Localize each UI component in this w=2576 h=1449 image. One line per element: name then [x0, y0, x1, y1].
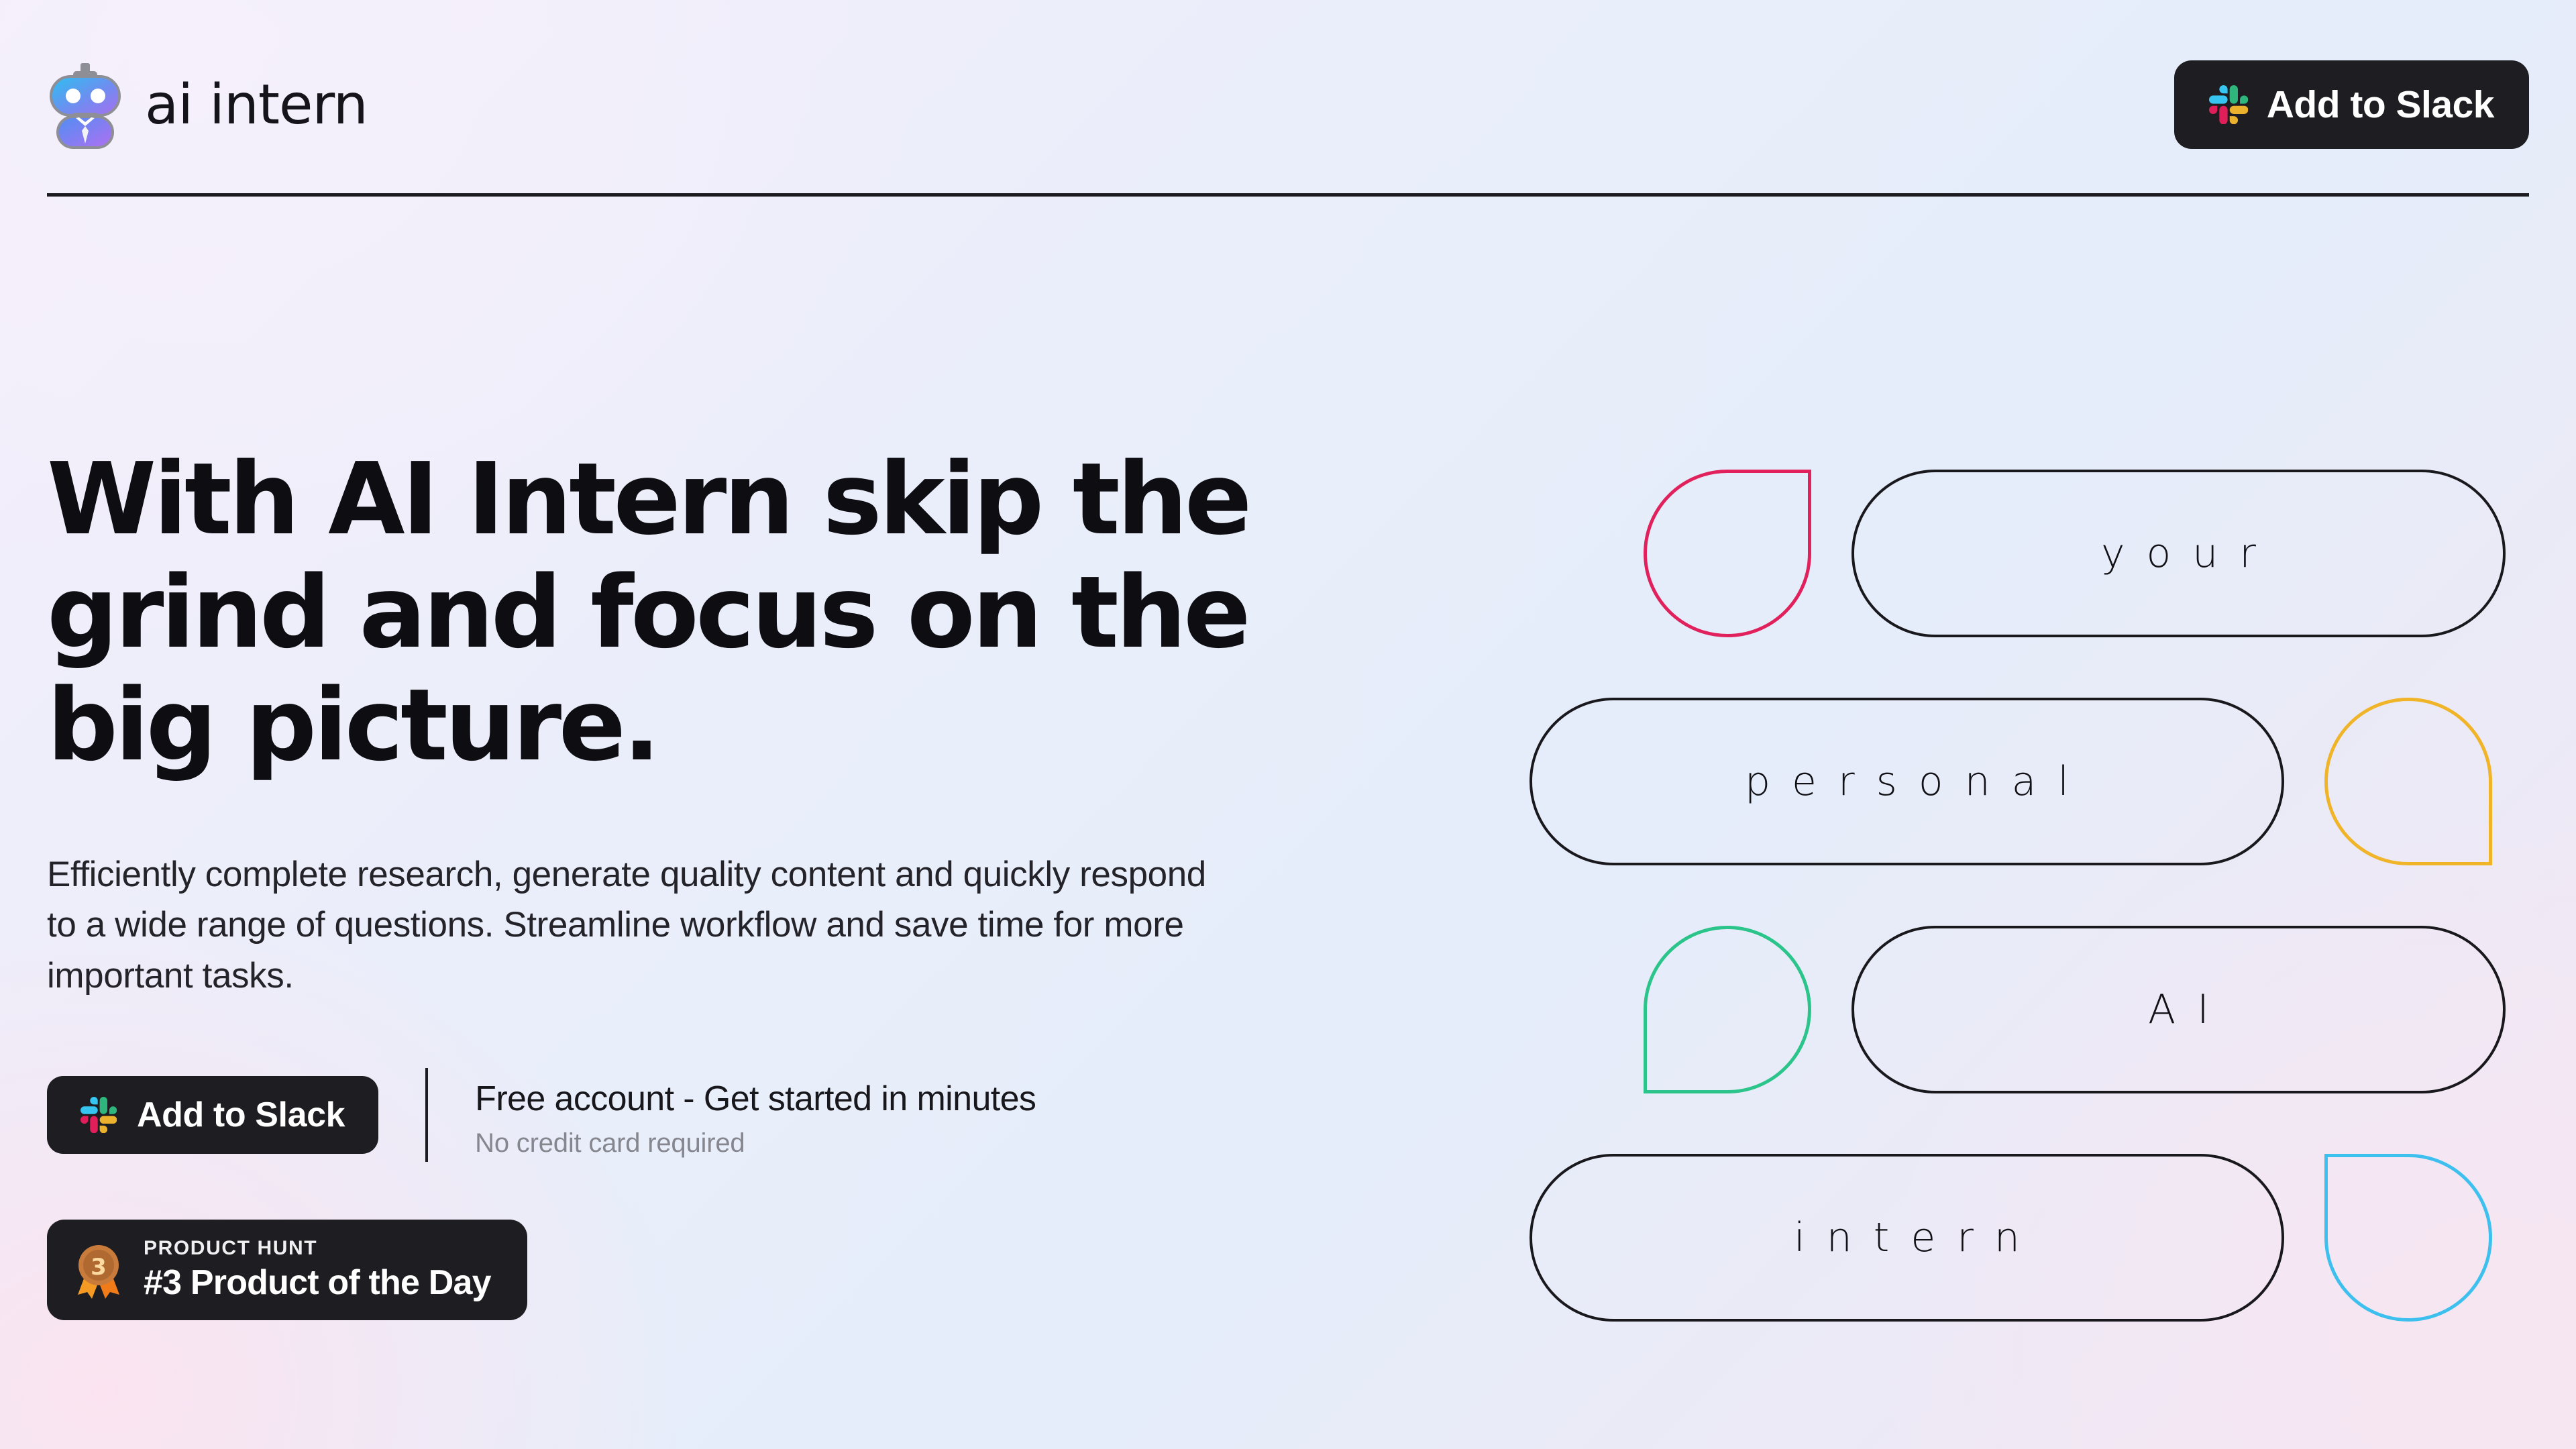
product-hunt-eyebrow: PRODUCT HUNT: [144, 1236, 318, 1259]
cta-note-subtitle: No credit card required: [475, 1128, 745, 1159]
cta-note-title: Free account - Get started in minutes: [475, 1079, 1036, 1119]
cta-divider: [425, 1067, 429, 1162]
illustration-row-your: your: [1644, 470, 2506, 637]
drop-shape-green: [1644, 926, 1811, 1093]
word-pill-your-label: your: [2101, 530, 2277, 577]
svg-text:3: 3: [91, 1254, 107, 1281]
word-pill-intern: intern: [1529, 1154, 2284, 1322]
page-title: With AI Intern skip the grind and focus …: [47, 441, 1252, 784]
robot-mascot-icon: [50, 63, 121, 149]
cta-note: Free account - Get started in minutes No…: [475, 1076, 1036, 1162]
word-pill-ai-label: AI: [2148, 986, 2231, 1033]
hero-description: Efficiently complete research, generate …: [47, 855, 1206, 996]
brand-logo[interactable]: ai intern: [46, 62, 368, 149]
slack-icon: [2208, 85, 2248, 124]
add-to-slack-button-hero[interactable]: Add to Slack: [47, 1075, 379, 1154]
illustration-row-ai: AI: [1644, 926, 2506, 1093]
product-hunt-badge[interactable]: 3 PRODUCT HUNT #3 Product of the Day: [47, 1219, 527, 1320]
drop-shape-blue: [2324, 1154, 2492, 1322]
hero-illustration: your personal AI intern: [1529, 470, 2576, 1409]
add-to-slack-label-header: Add to Slack: [2266, 83, 2495, 126]
product-hunt-text: PRODUCT HUNT #3 Product of the Day: [144, 1236, 492, 1303]
drop-shape-amber: [2324, 698, 2492, 865]
site-header: ai intern Add to Slack: [0, 0, 2576, 197]
slack-icon: [80, 1096, 117, 1133]
drop-shape-pink: [1644, 470, 1811, 637]
product-hunt-title: #3 Product of the Day: [144, 1263, 492, 1302]
word-pill-intern-label: intern: [1794, 1214, 2041, 1261]
medal-3rd-place-icon: 3: [78, 1244, 119, 1299]
hero-content: With AI Intern skip the grind and focus …: [47, 443, 1429, 1320]
add-to-slack-label-hero: Add to Slack: [137, 1095, 345, 1134]
word-pill-your: your: [1851, 470, 2506, 637]
header-divider: [47, 193, 2529, 197]
brand-name: ai intern: [145, 73, 368, 137]
word-pill-personal: personal: [1529, 698, 2284, 865]
illustration-row-personal: personal: [1529, 698, 2492, 865]
add-to-slack-button-header[interactable]: Add to Slack: [2174, 60, 2529, 149]
word-pill-personal-label: personal: [1744, 758, 2091, 805]
hero-cta-row: Add to Slack Free account - Get started …: [47, 1067, 1429, 1162]
word-pill-ai: AI: [1851, 926, 2506, 1093]
illustration-row-intern: intern: [1529, 1154, 2492, 1322]
